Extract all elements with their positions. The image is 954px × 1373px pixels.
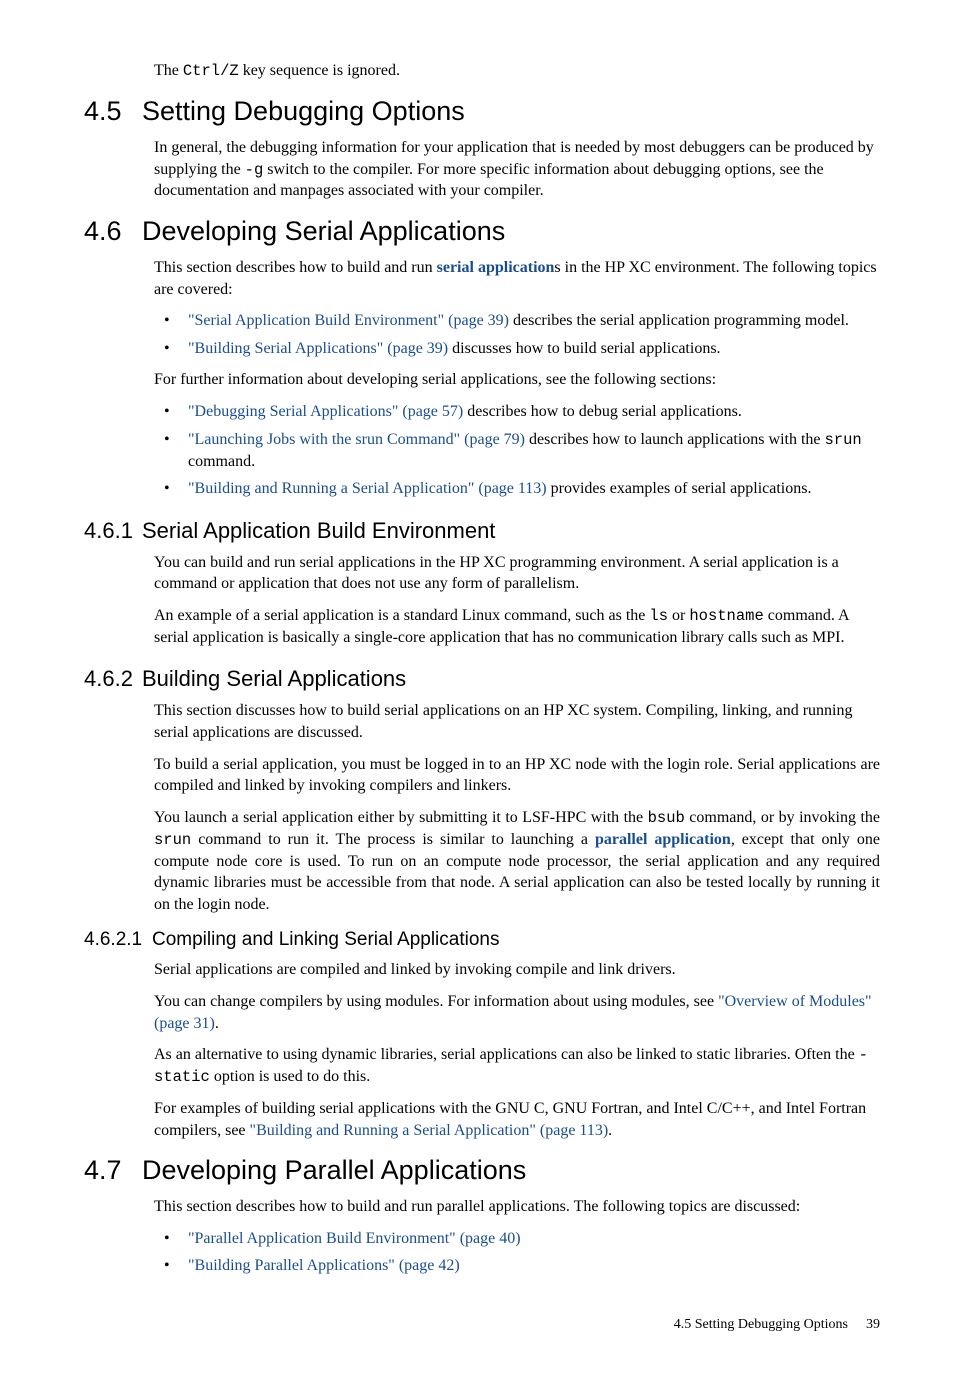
glossary-term-serial-application[interactable]: serial application xyxy=(437,259,555,276)
text: provides examples of serial applications… xyxy=(547,480,812,497)
paragraph: As an alternative to using dynamic libra… xyxy=(154,1044,880,1088)
xref-link[interactable]: "Parallel Application Build Environment"… xyxy=(188,1230,521,1247)
heading-title: Developing Parallel Applications xyxy=(142,1155,526,1185)
list-item: "Serial Application Build Environment" (… xyxy=(154,310,880,332)
footer-section-label: 4.5 Setting Debugging Options xyxy=(674,1317,848,1332)
heading-title: Compiling and Linking Serial Application… xyxy=(152,929,499,950)
heading-4-6: 4.6Developing Serial Applications xyxy=(84,216,880,247)
text: . xyxy=(215,1015,219,1032)
list-item: "Building Serial Applications" (page 39)… xyxy=(154,338,880,360)
code-srun: srun xyxy=(825,431,862,449)
heading-number: 4.7 xyxy=(84,1155,142,1186)
paragraph: This section describes how to build and … xyxy=(154,257,880,300)
list-item: "Debugging Serial Applications" (page 57… xyxy=(154,401,880,423)
heading-number: 4.6.1 xyxy=(84,518,142,544)
text: The xyxy=(154,62,183,79)
heading-4-7: 4.7Developing Parallel Applications xyxy=(84,1155,880,1186)
page-footer: 4.5 Setting Debugging Options 39 xyxy=(84,1317,880,1333)
text: key sequence is ignored. xyxy=(239,62,400,79)
heading-number: 4.6 xyxy=(84,216,142,247)
paragraph: This section describes how to build and … xyxy=(154,1196,880,1218)
text: discusses how to build serial applicatio… xyxy=(448,340,720,357)
paragraph: Serial applications are compiled and lin… xyxy=(154,959,880,981)
xref-link[interactable]: "Launching Jobs with the srun Command" (… xyxy=(188,431,525,448)
list-item: "Building Parallel Applications" (page 4… xyxy=(154,1255,880,1277)
code-g-switch: -g xyxy=(245,161,264,179)
paragraph: This section discusses how to build seri… xyxy=(154,700,880,743)
bullet-list: "Serial Application Build Environment" (… xyxy=(154,310,880,359)
heading-4-6-1: 4.6.1Serial Application Build Environmen… xyxy=(84,518,880,544)
paragraph: An example of a serial application is a … xyxy=(154,605,880,649)
code-hostname: hostname xyxy=(689,607,763,625)
text: option is used to do this. xyxy=(210,1068,370,1085)
code-ctrlz: Ctrl/Z xyxy=(183,62,239,80)
heading-4-5: 4.5Setting Debugging Options xyxy=(84,96,880,127)
text: This section describes how to build and … xyxy=(154,259,437,276)
text: As an alternative to using dynamic libra… xyxy=(154,1046,859,1063)
text: You launch a serial application either b… xyxy=(154,809,648,826)
paragraph: You can build and run serial application… xyxy=(154,552,880,595)
bullet-list: "Debugging Serial Applications" (page 57… xyxy=(154,401,880,500)
xref-link[interactable]: "Building and Running a Serial Applicati… xyxy=(188,480,547,497)
code-bsub: bsub xyxy=(648,809,685,827)
xref-link[interactable]: "Debugging Serial Applications" (page 57… xyxy=(188,403,463,420)
paragraph: You launch a serial application either b… xyxy=(154,807,880,916)
heading-number: 4.5 xyxy=(84,96,142,127)
heading-title: Serial Application Build Environment xyxy=(142,518,495,543)
code-ls: ls xyxy=(649,607,668,625)
heading-title: Building Serial Applications xyxy=(142,666,406,691)
heading-4-6-2: 4.6.2Building Serial Applications xyxy=(84,666,880,692)
code-srun: srun xyxy=(154,831,191,849)
list-item: "Launching Jobs with the srun Command" (… xyxy=(154,429,880,473)
paragraph: To build a serial application, you must … xyxy=(154,754,880,797)
heading-number: 4.6.2 xyxy=(84,666,142,692)
text: An example of a serial application is a … xyxy=(154,607,649,624)
text: describes how to debug serial applicatio… xyxy=(463,403,742,420)
text: or xyxy=(668,607,689,624)
bullet-list: "Parallel Application Build Environment"… xyxy=(154,1228,880,1277)
xref-link[interactable]: "Building and Running a Serial Applicati… xyxy=(250,1122,609,1139)
text: You can change compilers by using module… xyxy=(154,993,718,1010)
text: describes the serial application program… xyxy=(509,312,849,329)
glossary-term-parallel-application[interactable]: parallel application xyxy=(595,831,731,848)
text: command to run it. The process is simila… xyxy=(191,831,595,848)
text: . xyxy=(608,1122,612,1139)
paragraph: In general, the debugging information fo… xyxy=(154,137,880,202)
intro-paragraph: The Ctrl/Z key sequence is ignored. xyxy=(154,60,880,82)
paragraph: You can change compilers by using module… xyxy=(154,991,880,1034)
heading-number: 4.6.2.1 xyxy=(84,929,152,951)
text: command, or by invoking the xyxy=(685,809,880,826)
list-item: "Parallel Application Build Environment"… xyxy=(154,1228,880,1250)
heading-title: Setting Debugging Options xyxy=(142,96,465,126)
heading-4-6-2-1: 4.6.2.1Compiling and Linking Serial Appl… xyxy=(84,929,880,951)
xref-link[interactable]: "Serial Application Build Environment" (… xyxy=(188,312,509,329)
page-number: 39 xyxy=(866,1317,880,1332)
xref-link[interactable]: "Building Serial Applications" (page 39) xyxy=(188,340,448,357)
list-item: "Building and Running a Serial Applicati… xyxy=(154,478,880,500)
text: command. xyxy=(188,453,255,470)
paragraph: For further information about developing… xyxy=(154,369,880,391)
xref-link[interactable]: "Building Parallel Applications" (page 4… xyxy=(188,1257,460,1274)
paragraph: For examples of building serial applicat… xyxy=(154,1098,880,1141)
text: describes how to launch applications wit… xyxy=(525,431,824,448)
heading-title: Developing Serial Applications xyxy=(142,216,505,246)
